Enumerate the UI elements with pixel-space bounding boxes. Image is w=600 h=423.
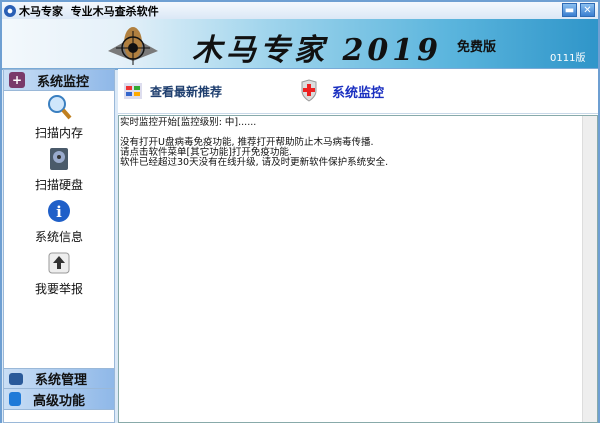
main-panel: 查看最新推荐 系统监控 实时监控开始[监控级别: 中]...... 没有打开U盘… bbox=[118, 69, 598, 423]
minimize-button[interactable]: ▬ bbox=[562, 3, 577, 17]
monitor-log-textarea[interactable]: 实时监控开始[监控级别: 中]...... 没有打开U盘病毒免疫功能, 推荐打开… bbox=[118, 115, 598, 423]
disk-icon bbox=[50, 148, 68, 170]
report-button[interactable]: 我要举报 bbox=[4, 250, 114, 302]
window-title: 木马专家 专业木马查杀软件 bbox=[19, 4, 159, 18]
view-recommendations-link[interactable]: 查看最新推荐 bbox=[124, 83, 222, 100]
app-logo-icon bbox=[4, 4, 16, 17]
sidebar-header-label: 系统监控 bbox=[37, 74, 90, 90]
close-button[interactable]: ✕ bbox=[580, 3, 595, 17]
sidebar-section-system-management[interactable]: 系统管理 bbox=[4, 368, 114, 389]
system-info-button[interactable]: i 系统信息 bbox=[4, 198, 114, 250]
management-icon bbox=[9, 372, 23, 385]
edition-label: 免费版 bbox=[457, 40, 497, 55]
version-label: 0111版 bbox=[550, 53, 586, 64]
crosshair-logo-icon bbox=[108, 27, 158, 65]
tool-label: 系统信息 bbox=[34, 230, 83, 244]
tool-label: 扫描内存 bbox=[34, 126, 83, 140]
sidebar-section-advanced[interactable]: 高级功能 bbox=[4, 389, 114, 410]
gear-icon bbox=[9, 392, 21, 406]
sidebar-section-system-monitor[interactable]: + 系统监控 bbox=[4, 70, 114, 91]
log-line: 软件已经超过30天没有在线升级, 请及时更新软件保护系统安全. bbox=[120, 157, 389, 168]
info-icon: i bbox=[48, 200, 70, 222]
sidebar-section-label: 高级功能 bbox=[33, 393, 86, 409]
sidebar: + 系统监控 扫描内存 扫描硬盘 i 系统信息 我要举报 系统管理 高级功能 bbox=[3, 69, 115, 423]
magnifier-icon bbox=[48, 95, 72, 120]
vertical-scrollbar[interactable] bbox=[582, 116, 597, 422]
tool-label: 我要举报 bbox=[34, 282, 83, 296]
banner-title: 木马专家 2019 bbox=[192, 33, 442, 68]
tool-label: 扫描硬盘 bbox=[34, 178, 83, 192]
banner: 木马专家 2019 免费版 0111版 bbox=[2, 19, 598, 70]
recommend-label: 查看最新推荐 bbox=[150, 84, 223, 99]
scan-memory-button[interactable]: 扫描内存 bbox=[4, 94, 114, 146]
sidebar-section-label: 系统管理 bbox=[35, 373, 88, 388]
grid-icon bbox=[124, 83, 142, 99]
scan-disk-button[interactable]: 扫描硬盘 bbox=[4, 146, 114, 198]
svg-text:i: i bbox=[56, 203, 62, 221]
report-icon bbox=[48, 252, 70, 274]
system-monitor-link[interactable]: 系统监控 bbox=[300, 79, 384, 103]
shield-cross-icon bbox=[301, 79, 317, 102]
log-line: 实时监控开始[监控级别: 中]...... bbox=[120, 117, 257, 128]
title-bar: 木马专家 专业木马查杀软件 ▬ ✕ bbox=[2, 2, 598, 19]
shield-plus-icon: + bbox=[9, 72, 25, 88]
monitor-label: 系统监控 bbox=[332, 85, 385, 101]
